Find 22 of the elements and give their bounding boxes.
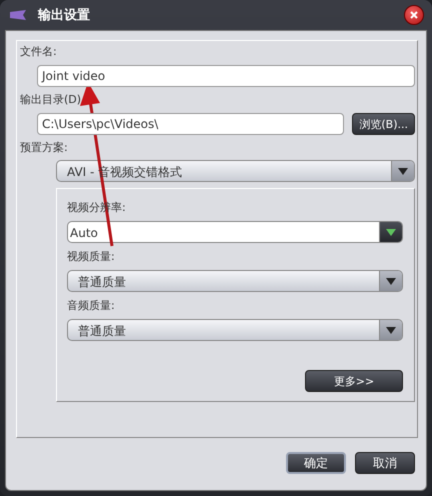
app-icon (10, 10, 26, 20)
dropdown-arrow-icon (398, 168, 408, 174)
field-label: 预置方案: (20, 141, 69, 155)
dropdown[interactable]: 普通质量 (67, 270, 403, 292)
close-button[interactable] (404, 5, 424, 25)
window-title: 输出设置 (38, 7, 91, 24)
field-label: 视频质量: (67, 250, 116, 264)
ok-button[interactable]: 确定 (286, 452, 346, 474)
field-label: 输出目录(D) (20, 93, 82, 107)
input-field[interactable]: C:\Users\pc\Videos\ (37, 113, 344, 135)
input-field[interactable]: Joint video (37, 65, 415, 87)
dropdown-arrow-icon (386, 228, 396, 236)
dropdown-arrow-icon (386, 278, 396, 284)
field-label: 文件名: (20, 45, 58, 59)
more-button[interactable]: 更多>> (305, 370, 403, 392)
dropdown-arrow-icon (386, 326, 396, 334)
cancel-button[interactable]: 取消 (355, 452, 415, 474)
dropdown[interactable]: 普通质量 (67, 319, 403, 341)
browse-button[interactable]: 浏览(B)... (352, 113, 415, 135)
combo-box[interactable]: Auto (67, 221, 403, 243)
field-label: 音频质量: (67, 299, 116, 313)
close-icon (409, 10, 419, 20)
